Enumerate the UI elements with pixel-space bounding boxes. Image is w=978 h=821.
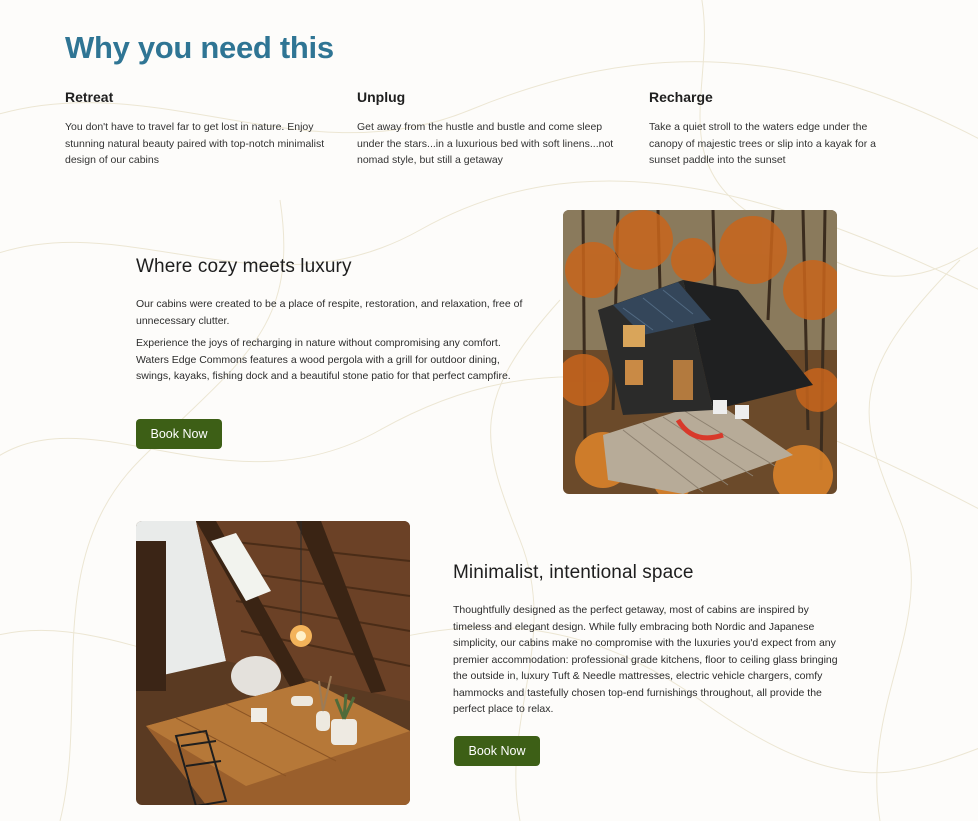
section-cozy-text: Where cozy meets luxury Our cabins were … [136, 256, 526, 391]
feature-text: Get away from the hustle and bustle and … [357, 121, 614, 166]
section-heading: Where cozy meets luxury [136, 256, 352, 277]
section-paragraph: Experience the joys of recharging in nat… [136, 337, 511, 382]
book-now-button[interactable]: Book Now [136, 419, 222, 449]
feature-text: Take a quiet stroll to the waters edge u… [649, 121, 877, 166]
section-paragraph: Our cabins were created to be a place of… [136, 298, 523, 327]
book-now-button[interactable]: Book Now [454, 736, 540, 766]
section-paragraph: Thoughtfully designed as the perfect get… [453, 604, 838, 715]
page: Why you need this Retreat You don't have… [0, 0, 978, 821]
feature-retreat: Retreat You don't have to travel far to … [65, 89, 330, 169]
section-heading: Minimalist, intentional space [453, 562, 694, 583]
cabin-exterior-photo [563, 210, 837, 494]
feature-heading: Recharge [649, 89, 713, 105]
feature-heading: Retreat [65, 89, 114, 105]
section-minimal-text: Minimalist, intentional space Thoughtful… [453, 562, 838, 724]
page-title: Why you need this [65, 30, 334, 65]
feature-heading: Unplug [357, 89, 406, 105]
feature-recharge: Recharge Take a quiet stroll to the wate… [649, 89, 899, 169]
cabin-interior-photo [136, 521, 410, 805]
feature-unplug: Unplug Get away from the hustle and bust… [357, 89, 622, 169]
feature-text: You don't have to travel far to get lost… [65, 121, 325, 166]
